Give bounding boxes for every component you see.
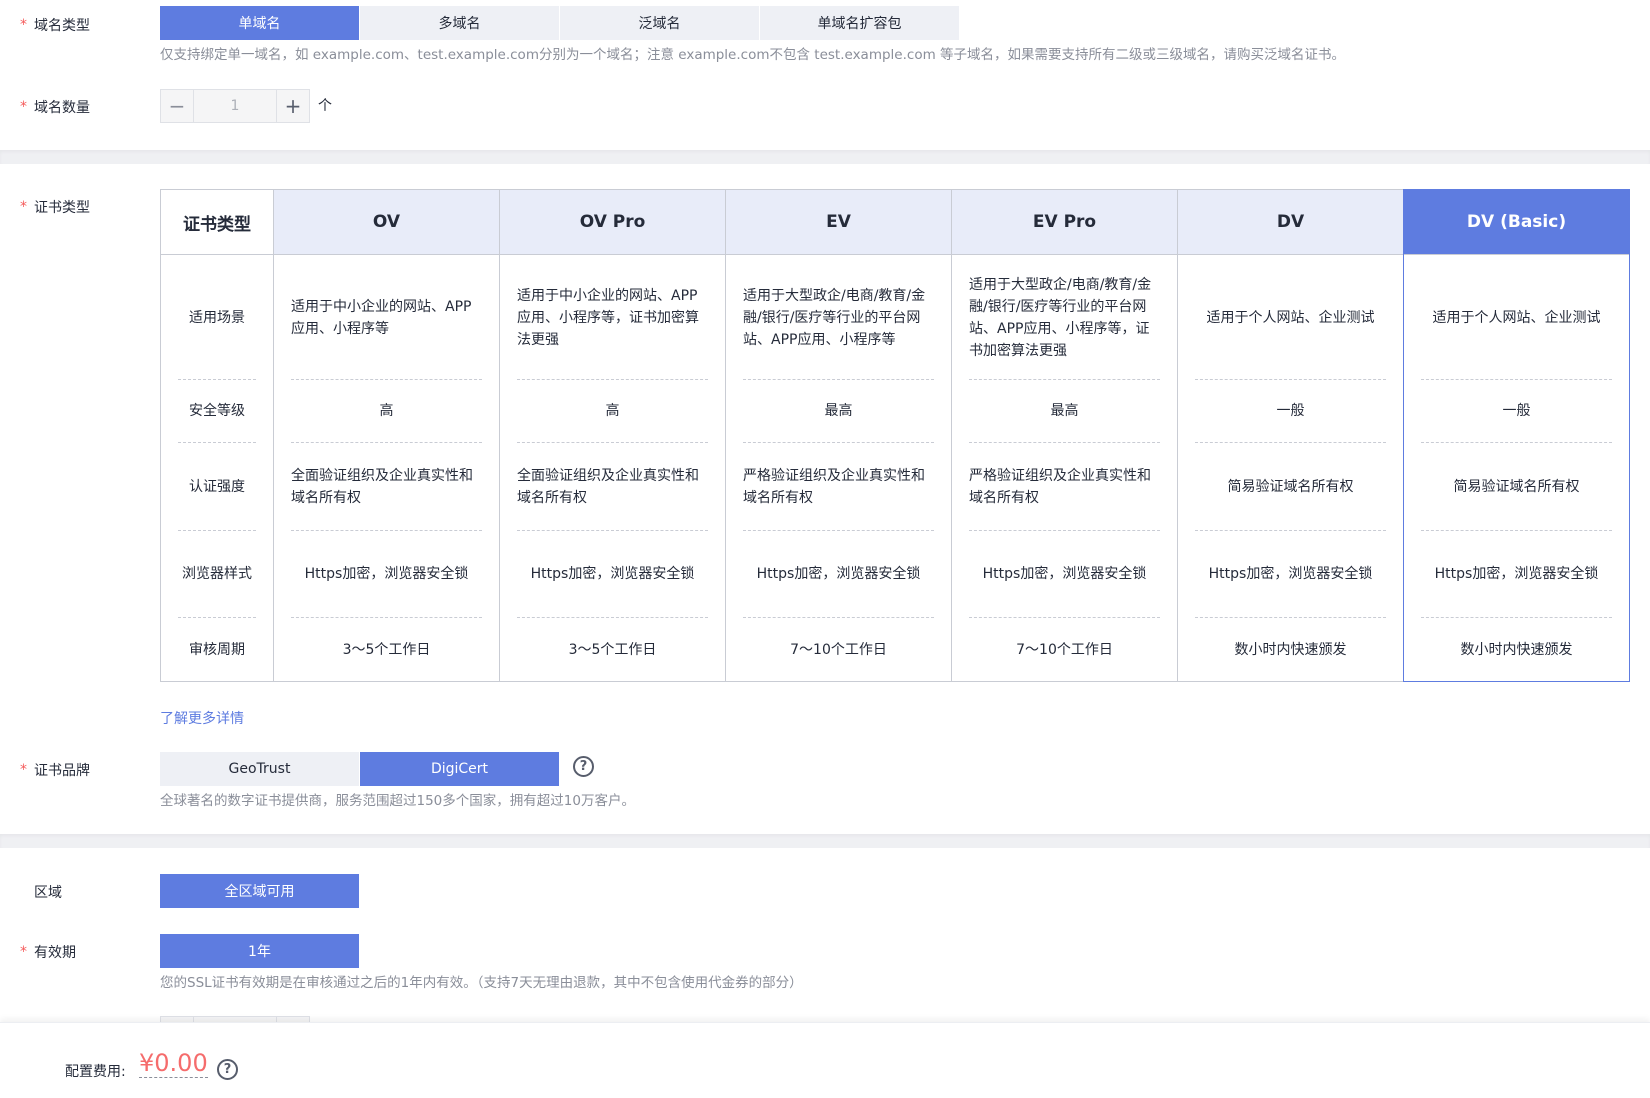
increment-button[interactable]: + <box>276 90 309 122</box>
cert-scenario: 适用于大型政企/电商/教育/金融/银行/医疗等行业的平台网站、APP应用、小程序… <box>743 287 926 348</box>
cert-option-ov-pro[interactable]: OV Pro 适用于中小企业的网站、APP应用、小程序等，证书加密算法更强 高 … <box>499 189 726 682</box>
domain-type-hint: 仅支持绑定单一域名，如 example.com、test.example.com… <box>160 47 1346 63</box>
cert-option-name: OV <box>274 190 499 255</box>
cert-option-name: EV Pro <box>952 190 1177 255</box>
row-label-scenario: 适用场景 <box>189 309 245 326</box>
cert-row-labels: 证书类型 适用场景 安全等级 认证强度 浏览器样式 审核周期 <box>160 189 274 682</box>
cert-auth: 全面验证组织及企业真实性和域名所有权 <box>291 467 473 506</box>
validity-1-year[interactable]: 1年 <box>160 934 359 968</box>
row-label-period: 审核周期 <box>189 641 245 658</box>
decrement-button[interactable]: − <box>161 90 194 122</box>
domain-type-single[interactable]: 单域名 <box>160 6 359 40</box>
cert-level: 一般 <box>1502 403 1531 419</box>
section-divider <box>0 150 1650 164</box>
cert-type-table: 证书类型 适用场景 安全等级 认证强度 浏览器样式 审核周期 OV 适用于中小企… <box>160 189 1633 682</box>
required-mark: * <box>20 762 27 778</box>
help-icon[interactable]: ? <box>217 1059 238 1080</box>
domain-type-expansion[interactable]: 单域名扩容包 <box>760 6 959 40</box>
domain-count-input[interactable]: 1 <box>194 90 276 122</box>
cert-browser: Https加密，浏览器安全锁 <box>982 566 1147 582</box>
cert-level: 高 <box>605 403 620 419</box>
cert-auth: 严格验证组织及企业真实性和域名所有权 <box>969 467 1151 506</box>
cert-auth: 严格验证组织及企业真实性和域名所有权 <box>743 467 925 506</box>
cert-period: 7～10个工作日 <box>790 641 887 658</box>
region-selector: 全区域可用 <box>160 874 360 908</box>
cert-level: 高 <box>379 403 394 419</box>
cert-auth: 简易验证域名所有权 <box>1453 478 1580 495</box>
cert-period: 3～5个工作日 <box>568 641 657 658</box>
cert-option-name: DV <box>1178 190 1403 255</box>
domain-section: * 域名类型 单域名 多域名 泛域名 单域名扩容包 仅支持绑定单一域名，如 ex… <box>0 0 1650 150</box>
fee-label: 配置费用: <box>65 1064 126 1080</box>
help-icon[interactable]: ? <box>573 756 594 777</box>
row-label-level: 安全等级 <box>189 403 245 419</box>
required-mark: * <box>20 944 27 960</box>
cert-type-label: * 证书类型 <box>20 199 90 216</box>
cert-period: 7～10个工作日 <box>1016 641 1113 658</box>
cert-period: 数小时内快速颁发 <box>1234 641 1347 658</box>
cert-scenario: 适用于个人网站、企业测试 <box>1206 309 1375 326</box>
cert-period: 数小时内快速颁发 <box>1460 641 1573 658</box>
region-label: 区域 <box>34 885 62 901</box>
more-details-link[interactable]: 了解更多详情 <box>160 708 244 728</box>
domain-type-wildcard[interactable]: 泛域名 <box>560 6 759 40</box>
cert-option-name: DV (Basic) <box>1404 190 1629 255</box>
row-label-auth: 认证强度 <box>189 478 245 495</box>
required-mark: * <box>20 99 27 115</box>
price-footer: 配置费用: ¥0.00 ? <box>0 1022 1650 1098</box>
cert-browser: Https加密，浏览器安全锁 <box>530 566 695 582</box>
validity-label: * 有效期 <box>20 944 76 961</box>
cert-scenario: 适用于个人网站、企业测试 <box>1432 309 1601 326</box>
cert-browser: Https加密，浏览器安全锁 <box>1208 566 1373 582</box>
cert-auth: 简易验证域名所有权 <box>1227 478 1354 495</box>
cert-period: 3～5个工作日 <box>342 641 431 658</box>
cert-auth: 全面验证组织及企业真实性和域名所有权 <box>517 467 699 506</box>
cert-level: 最高 <box>824 403 853 419</box>
domain-count-label: * 域名数量 <box>20 99 90 116</box>
cert-browser: Https加密，浏览器安全锁 <box>304 566 469 582</box>
cert-option-ev-pro[interactable]: EV Pro 适用于大型政企/电商/教育/金融/银行/医疗等行业的平台网站、AP… <box>951 189 1178 682</box>
region-all[interactable]: 全区域可用 <box>160 874 359 908</box>
cert-browser: Https加密，浏览器安全锁 <box>756 566 921 582</box>
brand-digicert[interactable]: DigiCert <box>360 752 559 786</box>
cert-scenario: 适用于中小企业的网站、APP应用、小程序等 <box>291 298 472 337</box>
cert-brand-hint: 全球著名的数字证书提供商，服务范围超过150多个国家，拥有超过10万客户。 <box>160 793 635 809</box>
cert-option-ov[interactable]: OV 适用于中小企业的网站、APP应用、小程序等 高 全面验证组织及企业真实性和… <box>273 189 500 682</box>
domain-type-label: * 域名类型 <box>20 17 90 34</box>
domain-type-multi[interactable]: 多域名 <box>360 6 559 40</box>
cert-browser: Https加密，浏览器安全锁 <box>1434 566 1599 582</box>
cert-option-dv[interactable]: DV 适用于个人网站、企业测试 一般 简易验证域名所有权 Https加密，浏览器… <box>1177 189 1404 682</box>
section-divider <box>0 834 1650 848</box>
domain-count-stepper[interactable]: − 1 + <box>160 89 310 123</box>
cert-scenario: 适用于大型政企/电商/教育/金融/银行/医疗等行业的平台网站、APP应用、小程序… <box>969 276 1152 359</box>
required-mark: * <box>20 199 27 215</box>
cert-level: 最高 <box>1050 403 1079 419</box>
cert-brand-label: * 证书品牌 <box>20 762 90 779</box>
cert-option-dv-basic[interactable]: DV (Basic) 适用于个人网站、企业测试 一般 简易验证域名所有权 Htt… <box>1403 189 1630 682</box>
domain-count-unit: 个 <box>318 98 332 114</box>
brand-geotrust[interactable]: GeoTrust <box>160 752 359 786</box>
cert-type-header: 证书类型 <box>161 190 273 255</box>
cert-option-name: EV <box>726 190 951 255</box>
fee-value[interactable]: ¥0.00 <box>139 1049 208 1078</box>
cert-option-ev[interactable]: EV 适用于大型政企/电商/教育/金融/银行/医疗等行业的平台网站、APP应用、… <box>725 189 952 682</box>
validity-selector: 1年 <box>160 934 360 968</box>
domain-type-selector: 单域名 多域名 泛域名 单域名扩容包 <box>160 6 960 40</box>
row-label-browser: 浏览器样式 <box>182 566 252 582</box>
cert-brand-selector: GeoTrust DigiCert <box>160 752 560 786</box>
validity-hint: 您的SSL证书有效期是在审核通过之后的1年内有效。（支持7天无理由退款，其中不包… <box>160 975 803 991</box>
cert-option-name: OV Pro <box>500 190 725 255</box>
required-mark: * <box>20 17 27 33</box>
cert-level: 一般 <box>1276 403 1305 419</box>
cert-scenario: 适用于中小企业的网站、APP应用、小程序等，证书加密算法更强 <box>517 287 699 348</box>
